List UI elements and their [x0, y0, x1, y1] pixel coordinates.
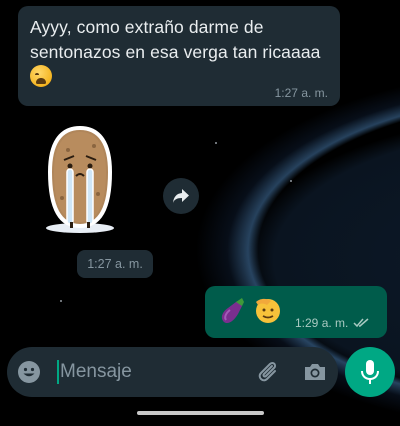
saluting-face-emoji [256, 298, 280, 323]
camera-icon[interactable] [302, 359, 328, 385]
star [60, 300, 62, 302]
star [290, 180, 292, 182]
double-check-read-icon [353, 318, 369, 328]
voice-message-button[interactable] [345, 347, 395, 397]
message-text-content: Ayyy, como extraño darme de sentonazos e… [30, 17, 321, 62]
forward-arrow-icon [173, 189, 189, 203]
home-indicator[interactable] [137, 411, 264, 415]
message-timestamp: 1:29 a. m. [295, 316, 349, 330]
outgoing-message-bubble[interactable]: 1:29 a. m. [205, 286, 387, 338]
message-composer: Mensaje [7, 347, 338, 397]
eggplant-emoji [221, 298, 244, 324]
emoji-icon[interactable] [17, 360, 41, 384]
message-input[interactable]: Mensaje [60, 361, 132, 383]
message-text: Ayyy, como extraño darme de sentonazos e… [30, 15, 328, 90]
paperclip-icon[interactable] [255, 359, 281, 385]
weary-face-emoji [30, 65, 52, 87]
text-caret [57, 360, 59, 384]
sticker-timestamp: 1:27 a. m. [77, 250, 153, 278]
microphone-icon [361, 360, 379, 384]
incoming-message-bubble[interactable]: Ayyy, como extraño darme de sentonazos e… [18, 6, 340, 106]
forward-button[interactable] [163, 178, 199, 214]
crying-potato-sticker[interactable] [40, 124, 122, 236]
star [215, 142, 217, 144]
outgoing-meta: 1:29 a. m. [295, 316, 369, 330]
message-timestamp: 1:27 a. m. [274, 86, 328, 100]
